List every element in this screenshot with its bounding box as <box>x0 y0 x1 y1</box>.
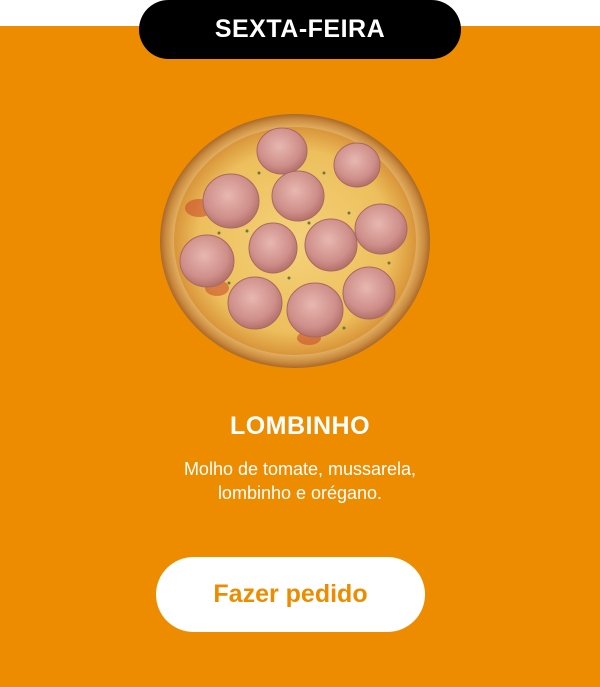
day-badge: SEXTA-FEIRA <box>139 0 461 59</box>
day-label: SEXTA-FEIRA <box>214 15 386 43</box>
product-description-line: Molho de tomate, mussarela, <box>183 459 417 479</box>
order-button[interactable]: Fazer pedido <box>156 557 425 632</box>
pizza-image <box>159 113 431 369</box>
product-name: LOMBINHO <box>229 412 371 440</box>
product-description: Molho de tomate, mussarela, lombinho e o… <box>150 457 450 505</box>
product-description-line: lombinho e orégano. <box>217 483 383 503</box>
